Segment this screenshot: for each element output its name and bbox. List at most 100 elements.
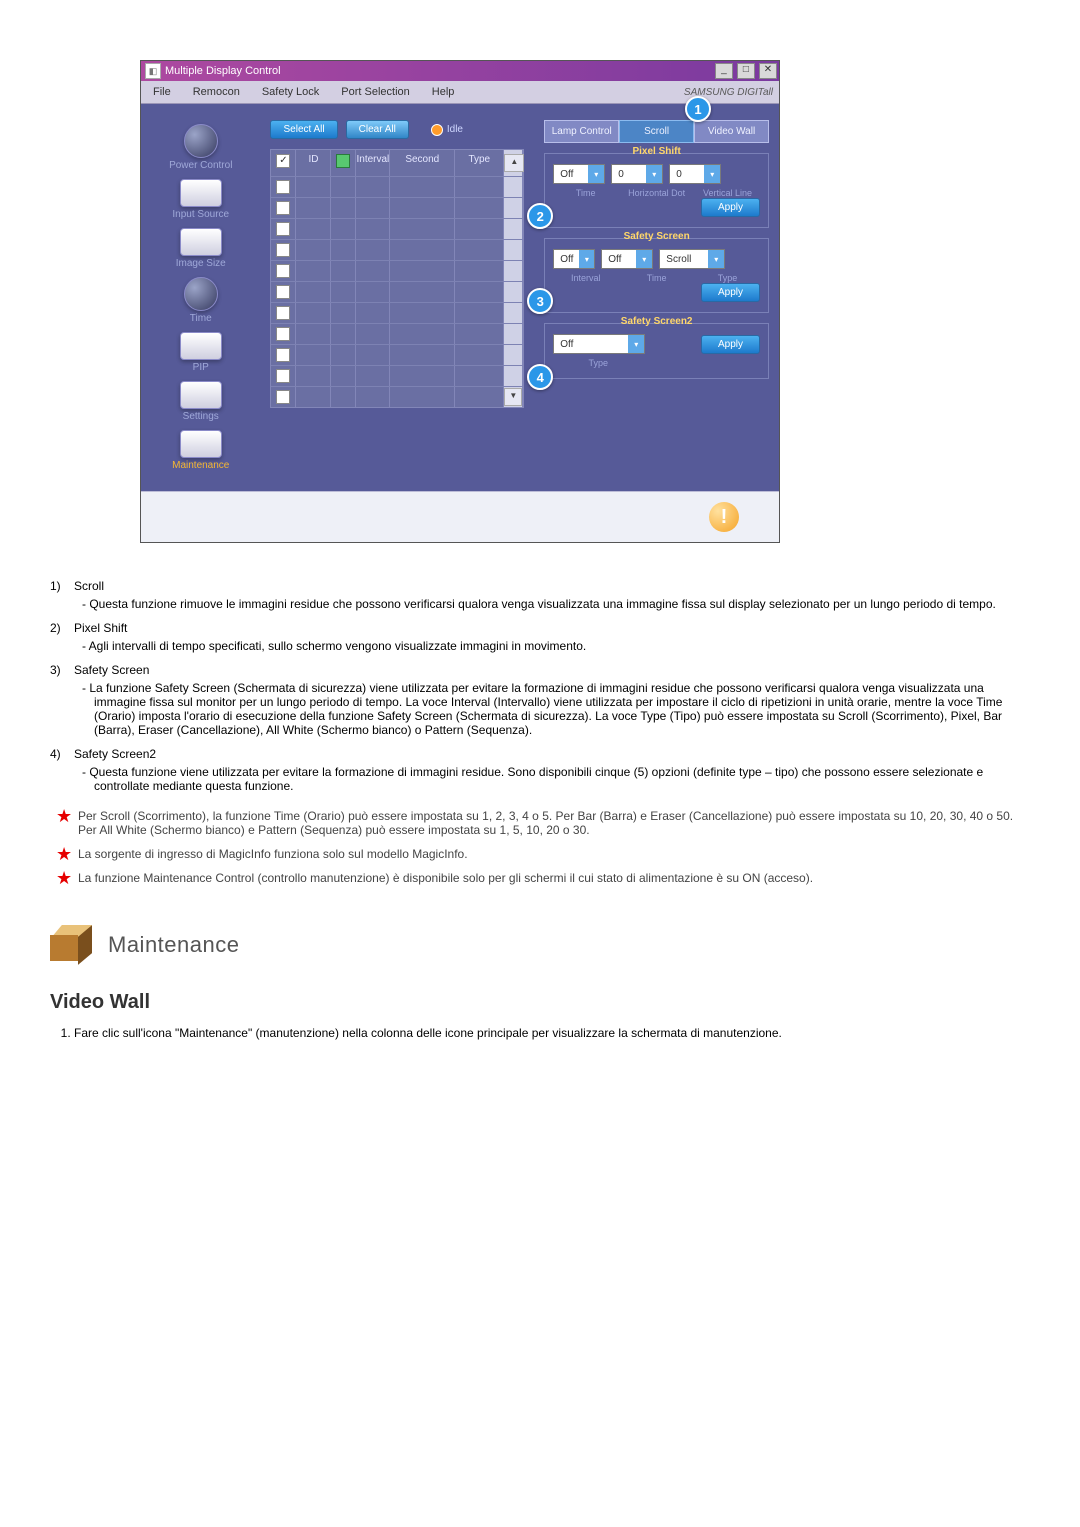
table-row[interactable] [271, 281, 523, 302]
item-number: 3) [50, 663, 74, 677]
pixel-shift-vline-dropdown[interactable]: 0▾ [669, 164, 721, 184]
sidebar-item-power-control[interactable]: Power Control [169, 124, 232, 171]
sidebar: Power Control Input Source Image Size Ti… [141, 104, 260, 491]
scroll-down-button[interactable]: ▼ [504, 388, 522, 406]
minimize-button[interactable]: _ [715, 63, 733, 79]
idle-dot-icon [431, 124, 443, 136]
window-title: Multiple Display Control [165, 65, 281, 77]
tab-lamp-control[interactable]: Lamp Control [544, 120, 619, 143]
table-row[interactable] [271, 197, 523, 218]
window-controls: _ □ ✕ [714, 63, 777, 79]
menu-help[interactable]: Help [426, 84, 461, 100]
item-title: Scroll [74, 579, 104, 593]
col-id: ID [296, 150, 331, 176]
item-body: Questa funzione viene utilizzata per evi… [94, 765, 1030, 793]
input-source-icon [180, 179, 222, 207]
header-checkbox[interactable] [276, 154, 290, 168]
annotation-4: 4 [527, 364, 553, 390]
table-row[interactable] [271, 323, 523, 344]
section-title: Maintenance [108, 932, 239, 958]
panel-tabs: 1 Lamp Control Scroll Video Wall [544, 120, 769, 143]
close-button[interactable]: ✕ [759, 63, 777, 79]
sidebar-item-pip[interactable]: PIP [180, 332, 222, 373]
star-icon: ★ [56, 847, 72, 861]
table-row[interactable] [271, 344, 523, 365]
sidebar-item-settings[interactable]: Settings [180, 381, 222, 422]
sidebar-item-maintenance[interactable]: Maintenance [172, 430, 229, 471]
menu-file[interactable]: File [147, 84, 177, 100]
pixel-shift-hdot-dropdown[interactable]: 0▾ [611, 164, 663, 184]
menu-port-selection[interactable]: Port Selection [335, 84, 415, 100]
table-row[interactable] [271, 302, 523, 323]
chevron-down-icon: ▾ [646, 165, 662, 183]
menu-remocon[interactable]: Remocon [187, 84, 246, 100]
main-area: Select All Clear All Idle ID Interval Se… [260, 104, 534, 491]
pixel-shift-apply-button[interactable]: Apply [701, 198, 760, 217]
tab-video-wall[interactable]: Video Wall [694, 120, 769, 143]
row-checkbox[interactable] [276, 327, 290, 341]
annotation-1: 1 [685, 96, 711, 122]
row-checkbox[interactable] [276, 369, 290, 383]
row-checkbox[interactable] [276, 264, 290, 278]
maintenance-panel: 1 Lamp Control Scroll Video Wall Pixel S… [534, 104, 779, 491]
app-screenshot: ◧ Multiple Display Control _ □ ✕ File Re… [140, 60, 780, 543]
annotation-2: 2 [527, 203, 553, 229]
row-checkbox[interactable] [276, 306, 290, 320]
safety-apply-button[interactable]: Apply [701, 283, 760, 302]
safety2-type-dropdown[interactable]: Off▾ [553, 334, 645, 354]
row-checkbox[interactable] [276, 180, 290, 194]
row-checkbox[interactable] [276, 348, 290, 362]
chevron-down-icon: ▾ [636, 250, 652, 268]
chevron-down-icon: ▾ [588, 165, 604, 183]
note-line: ★La funzione Maintenance Control (contro… [50, 871, 1030, 885]
item-title: Safety Screen [74, 663, 149, 677]
row-checkbox[interactable] [276, 201, 290, 215]
item-title: Safety Screen2 [74, 747, 156, 761]
table-row[interactable]: ▼ [271, 386, 523, 407]
row-checkbox[interactable] [276, 390, 290, 404]
settings-icon [180, 381, 222, 409]
group-safety-screen: Safety Screen Off▾ Off▾ Scroll▾ Interval… [544, 238, 769, 313]
row-checkbox[interactable] [276, 243, 290, 257]
sidebar-item-image-size[interactable]: Image Size [176, 228, 226, 269]
select-all-button[interactable]: Select All [270, 120, 337, 139]
row-checkbox[interactable] [276, 285, 290, 299]
row-checkbox[interactable] [276, 222, 290, 236]
col-m-icon [336, 154, 350, 168]
menu-safety-lock[interactable]: Safety Lock [256, 84, 325, 100]
sidebar-item-time[interactable]: Time [184, 277, 218, 324]
item-body: Questa funzione rimuove le immagini resi… [94, 597, 1030, 611]
scroll-up-button[interactable]: ▲ [504, 154, 524, 172]
col-type: Type [455, 150, 504, 176]
display-table: ID Interval Second Type ▲ [270, 149, 524, 408]
safety-type-dropdown[interactable]: Scroll▾ [659, 249, 725, 269]
table-row[interactable] [271, 365, 523, 386]
safety-interval-dropdown[interactable]: Off▾ [553, 249, 595, 269]
subsection-title: Video Wall [50, 991, 1030, 1014]
table-row[interactable] [271, 176, 523, 197]
item-title: Pixel Shift [74, 621, 127, 635]
maximize-button[interactable]: □ [737, 63, 755, 79]
table-row[interactable] [271, 218, 523, 239]
title-bar: ◧ Multiple Display Control _ □ ✕ [141, 61, 779, 81]
table-row[interactable] [271, 260, 523, 281]
safety2-apply-button[interactable]: Apply [701, 335, 760, 354]
list-item: Fare clic sull'icona "Maintenance" (manu… [74, 1026, 1030, 1040]
chevron-down-icon: ▾ [628, 335, 644, 353]
pip-icon [180, 332, 222, 360]
table-row[interactable] [271, 239, 523, 260]
item-number: 4) [50, 747, 74, 761]
tab-scroll[interactable]: Scroll [619, 120, 694, 143]
maintenance-icon [180, 430, 222, 458]
safety-time-dropdown[interactable]: Off▾ [601, 249, 653, 269]
warning-icon: ! [709, 502, 739, 532]
col-interval: Interval [356, 150, 390, 176]
chevron-down-icon: ▾ [708, 250, 724, 268]
table-rows: ▼ [271, 176, 523, 407]
clear-all-button[interactable]: Clear All [346, 120, 409, 139]
idle-indicator: Idle [431, 124, 463, 136]
pixel-shift-time-dropdown[interactable]: Off▾ [553, 164, 605, 184]
note-line: ★La sorgente di ingresso di MagicInfo fu… [50, 847, 1030, 861]
sidebar-item-input-source[interactable]: Input Source [172, 179, 229, 220]
item-body: La funzione Safety Screen (Schermata di … [94, 681, 1030, 737]
